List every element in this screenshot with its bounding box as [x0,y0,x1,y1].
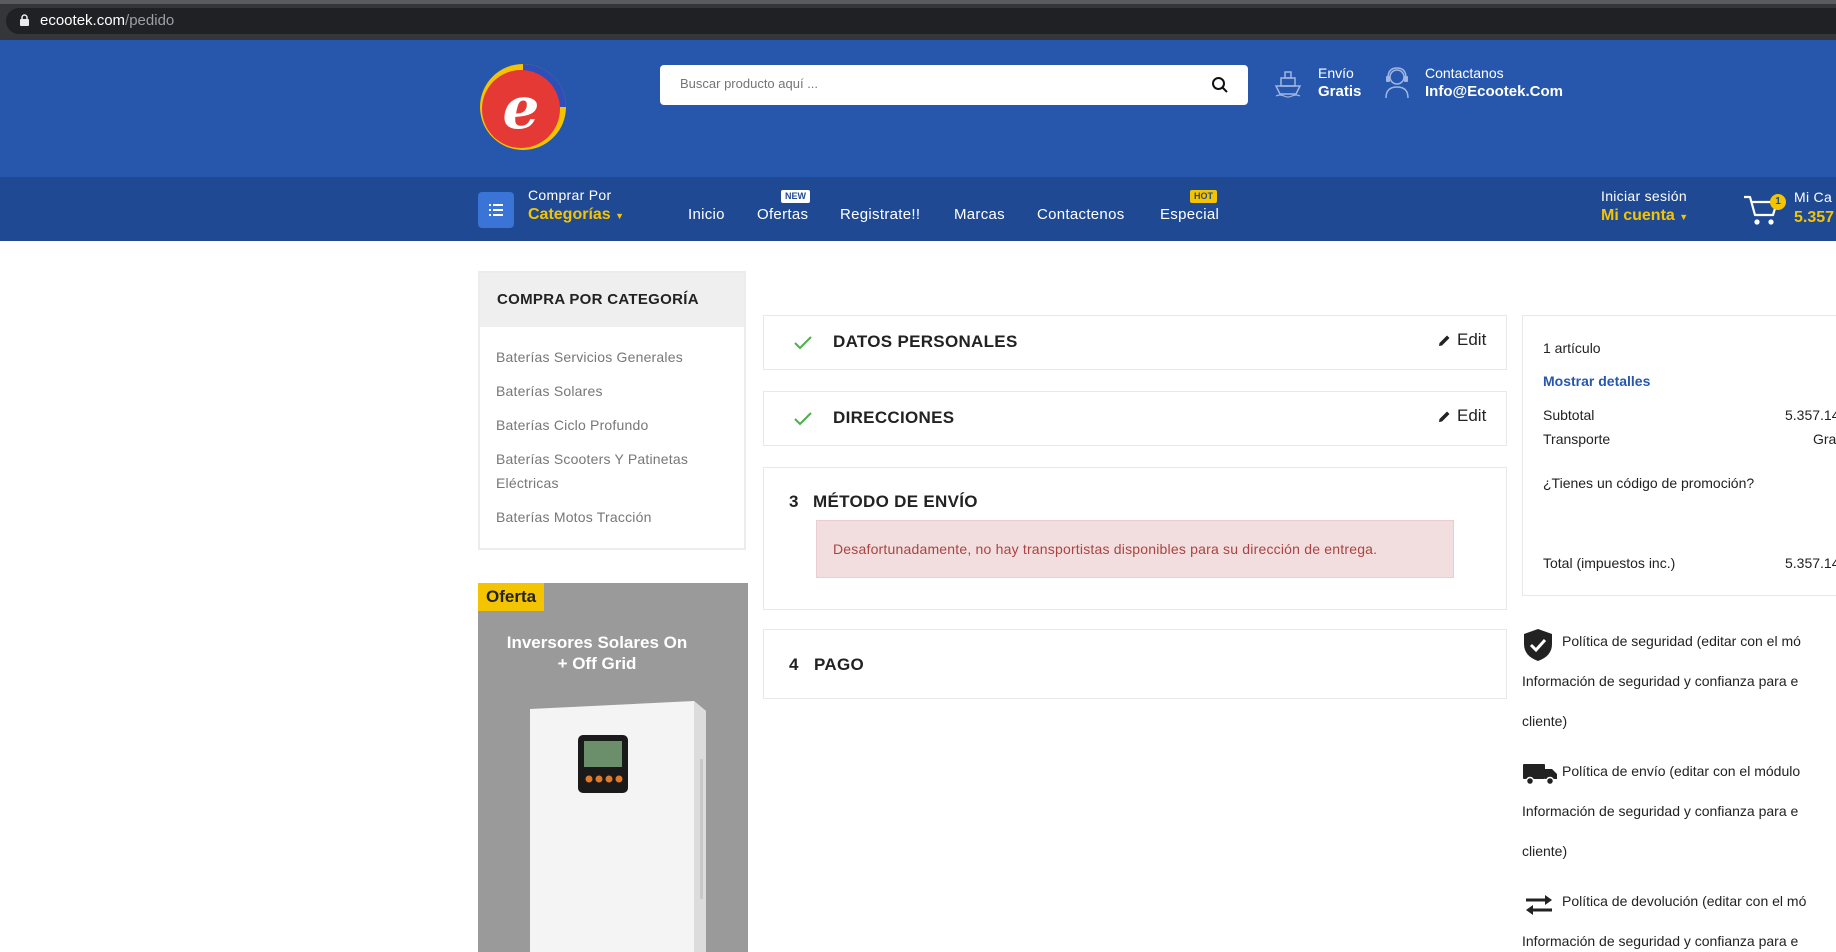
shipping-policy-title: Política de envío (editar con el módulo [1562,763,1801,779]
promo-title-line2: + Off Grid [557,654,637,673]
search-input[interactable] [680,76,1180,91]
check-icon [794,336,812,350]
total-value: 5.357.14 [1785,555,1836,571]
contact-email[interactable]: Info@Ecootek.Com [1425,83,1563,100]
category-item-motos[interactable]: Baterías Motos Tracción [496,509,652,525]
ecootek-logo[interactable]: e [478,62,568,152]
subtotal-label: Subtotal [1543,407,1595,423]
check-icon [794,412,812,426]
site-header [0,40,1836,177]
security-policy-desc: Información de seguridad y confianza par… [1522,673,1799,689]
account-label: Mi cuenta [1601,207,1675,224]
edit-addresses-link[interactable]: Edit [1457,406,1486,426]
svg-text:e: e [503,74,540,142]
shipping-value: Gra [1813,431,1836,447]
caret-down-icon: ▼ [1679,212,1689,222]
caret-down-icon: ▼ [615,211,625,221]
returns-policy-title: Política de devolución (editar con el mó [1562,893,1807,909]
login-label[interactable]: Iniciar sesión [1601,188,1687,204]
lock-icon [20,14,29,26]
security-policy-desc-cont: cliente) [1522,713,1568,729]
category-panel-title: COMPRA POR CATEGORÍA [497,291,699,308]
shipping-label: Envío [1318,65,1354,81]
order-summary [1522,315,1836,596]
pencil-icon [1439,411,1450,422]
truck-icon [1523,764,1557,786]
returns-policy-desc: Información de seguridad y confianza par… [1522,933,1799,949]
solar-inverter-image [530,701,706,952]
total-label: Total (impuestos inc.) [1543,555,1676,571]
contact-label: Contactanos [1425,65,1504,81]
edit-personal-data-link[interactable]: Edit [1457,330,1486,350]
step-payment-number: 4 [789,655,799,674]
shop-by-label: Comprar Por [528,187,612,203]
browser-tab-strip [0,0,1836,4]
pencil-icon [1439,335,1450,346]
new-badge: NEW [781,190,810,203]
no-carrier-alert-text: Desafortunadamente, no hay transportista… [833,541,1378,557]
exchange-arrows-icon [1526,895,1552,915]
step-shipping-title: MÉTODO DE ENVÍO [813,492,978,511]
url-domain: ecootek.com [40,12,126,29]
category-item-scooters[interactable]: Baterías Scooters Y Patinetas [496,451,688,467]
subtotal-value: 5.357.14 [1785,407,1836,423]
show-details-link[interactable]: Mostrar detalles [1543,373,1650,389]
url-text[interactable]: ecootek.com/pedido [40,12,174,29]
security-policy-title: Política de seguridad (editar con el mó [1562,633,1801,649]
categories-label: Categorías [528,206,611,223]
step-payment [763,629,1507,699]
nav-contactenos[interactable]: Contactenos [1037,206,1125,223]
nav-especial[interactable]: Especial [1160,206,1219,223]
offer-tag: Oferta [478,583,545,611]
url-path: /pedido [125,12,175,29]
list-icon [489,204,503,216]
shipping-policy-desc: Información de seguridad y confianza par… [1522,803,1799,819]
items-count: 1 artículo [1543,340,1601,356]
nav-registrate[interactable]: Registrate!! [840,206,920,223]
hot-badge: HOT [1190,190,1217,203]
cart-label[interactable]: Mi Ca [1794,189,1832,205]
cart-amount[interactable]: 5.357 [1794,209,1834,227]
nav-marcas[interactable]: Marcas [954,206,1005,223]
shield-check-icon [1524,629,1552,661]
url-field[interactable] [6,8,1836,34]
shipping-policy-desc-cont: cliente) [1522,843,1568,859]
step-addresses-title: DIRECCIONES [833,408,955,427]
shipping-value: Gratis [1318,83,1362,100]
shipping-label: Transporte [1543,431,1611,447]
category-item-ciclo-profundo[interactable]: Baterías Ciclo Profundo [496,417,648,433]
step-payment-title: PAGO [814,655,865,674]
category-item-scooters-cont[interactable]: Eléctricas [496,475,559,491]
category-item-servicios[interactable]: Baterías Servicios Generales [496,349,683,365]
support-agent-icon [1385,67,1409,99]
promo-title-line1: Inversores Solares On [506,633,688,652]
promo-code-link[interactable]: ¿Tienes un código de promoción? [1543,475,1754,491]
account-dropdown[interactable]: Mi cuenta ▼ [1601,207,1688,225]
step-personal-data-title: DATOS PERSONALES [833,332,1018,351]
cart-count-badge: 1 [1770,194,1786,210]
categories-dropdown[interactable]: Categorías ▼ [528,206,624,224]
category-item-solares[interactable]: Baterías Solares [496,383,603,399]
step-shipping-number: 3 [789,492,799,511]
nav-inicio[interactable]: Inicio [688,206,725,223]
ship-icon [1274,71,1302,98]
search-icon[interactable] [1211,76,1229,94]
nav-ofertas[interactable]: Ofertas [757,206,808,223]
